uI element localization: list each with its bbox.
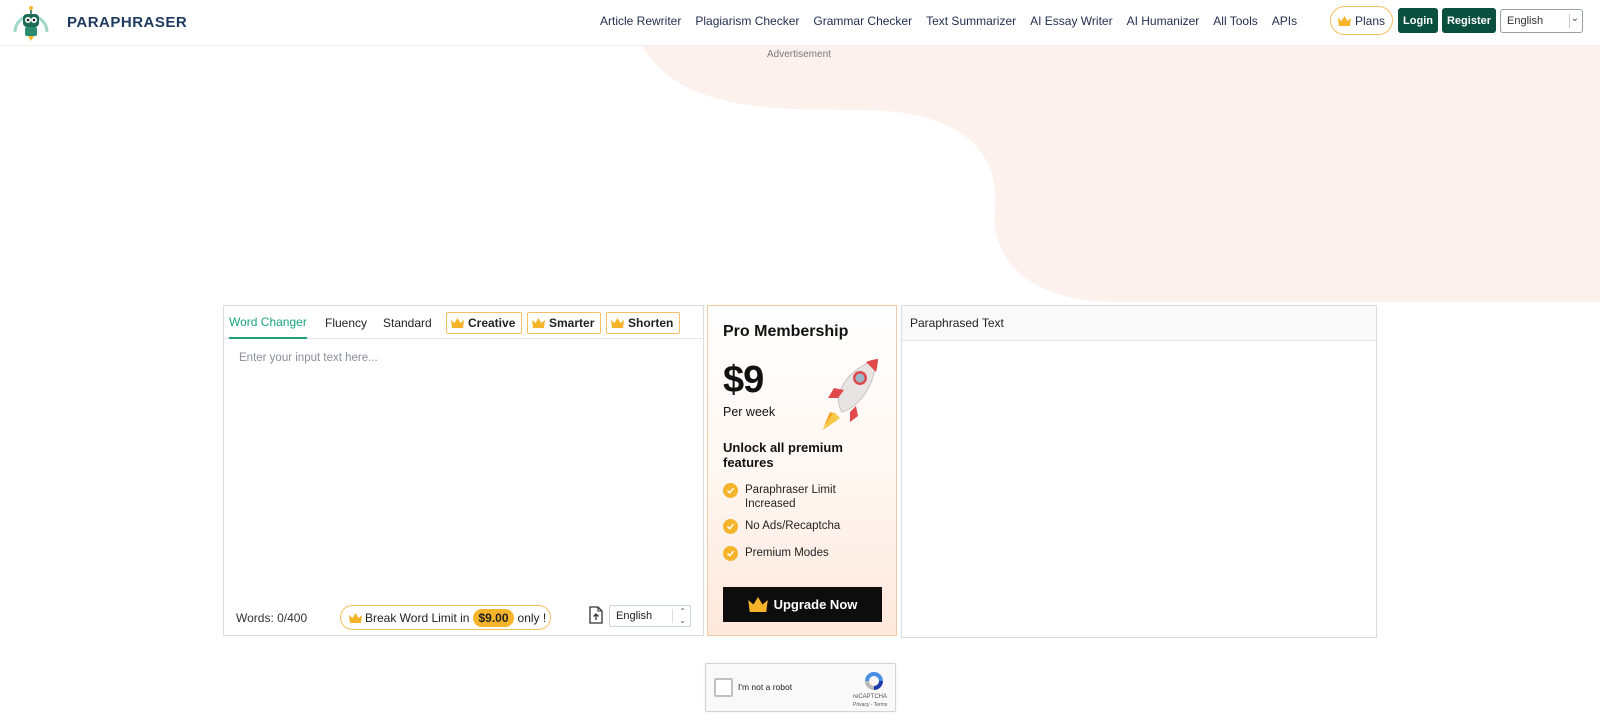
nav-text-summarizer[interactable]: Text Summarizer [926, 14, 1016, 28]
feature-item: Paraphraser Limit Increased [723, 483, 873, 511]
break-limit-suffix: only ! [517, 610, 547, 625]
nav-plagiarism-checker[interactable]: Plagiarism Checker [695, 14, 799, 28]
select-divider [672, 609, 673, 623]
break-limit-prefix: Break Word Limit in [365, 610, 470, 625]
recaptcha-logo-icon [865, 672, 883, 690]
tab-fluency[interactable]: Fluency [325, 306, 367, 339]
pro-title: Pro Membership [723, 323, 849, 340]
crown-icon [611, 318, 624, 328]
recaptcha-brand: reCAPTCHA [853, 694, 888, 700]
up-down-arrows-icon: ⌃ ⌄ [679, 607, 686, 625]
register-button[interactable]: Register [1442, 8, 1496, 33]
nav-all-tools[interactable]: All Tools [1213, 14, 1257, 28]
chevron-down-icon: ⌄ [1570, 13, 1579, 24]
nav-ai-essay-writer[interactable]: AI Essay Writer [1030, 14, 1112, 28]
input-panel: Word Changer Fluency Standard Creative S… [223, 305, 704, 636]
recaptcha-terms-link[interactable]: Privacy - Terms [853, 702, 887, 708]
advertisement-label: Advertisement [767, 49, 831, 60]
input-text-area[interactable] [224, 340, 703, 590]
check-icon [723, 483, 738, 498]
check-icon [723, 546, 738, 561]
crown-icon [532, 318, 545, 328]
crown-icon [349, 612, 362, 623]
file-upload-icon[interactable] [588, 606, 603, 624]
input-language-select[interactable]: English ⌃ ⌄ [609, 605, 691, 627]
top-header: PARAPHRASER Article Rewriter Plagiarism … [0, 0, 1600, 46]
pro-membership-card: Pro Membership $9 Per week Unlock all pr… [707, 305, 897, 636]
nav-grammar-checker[interactable]: Grammar Checker [813, 14, 912, 28]
tab-word-changer[interactable]: Word Changer [229, 306, 307, 339]
upgrade-now-button[interactable]: Upgrade Now [723, 587, 882, 622]
recaptcha-label: I'm not a robot [738, 682, 793, 692]
feature-label: Paraphraser Limit Increased [745, 484, 836, 510]
output-heading: Paraphrased Text [902, 306, 1376, 341]
recaptcha-widget: I'm not a robot reCAPTCHA Privacy - Term… [705, 663, 896, 712]
site-language-value: English [1507, 15, 1544, 27]
login-button[interactable]: Login [1398, 8, 1438, 33]
crown-icon [451, 318, 464, 328]
input-language-value: English [616, 610, 653, 622]
crown-icon [747, 597, 768, 612]
plans-button[interactable]: Plans [1330, 6, 1393, 35]
recaptcha-checkbox[interactable] [714, 678, 733, 697]
site-language-select[interactable]: English ⌄ [1500, 9, 1583, 33]
robot-logo-icon[interactable] [10, 4, 52, 42]
output-text-area[interactable] [902, 341, 1376, 637]
pro-unlock-heading: Unlock all premium features [723, 440, 843, 470]
output-panel: Paraphrased Text [901, 305, 1377, 638]
mode-tabs: Word Changer Fluency Standard Creative S… [224, 306, 703, 339]
tab-shorten[interactable]: Shorten [606, 312, 681, 334]
tab-shorten-label: Shorten [628, 316, 674, 330]
feature-item: No Ads/Recaptcha [723, 519, 840, 534]
nav-article-rewriter[interactable]: Article Rewriter [600, 14, 681, 28]
word-count: Words: 0/400 [236, 611, 308, 625]
tab-smarter-label: Smarter [549, 316, 595, 330]
tab-standard[interactable]: Standard [383, 306, 432, 339]
feature-label: No Ads/Recaptcha [745, 520, 841, 532]
feature-item: Premium Modes [723, 546, 829, 561]
tab-creative-label: Creative [468, 316, 516, 330]
pro-period: Per week [723, 405, 776, 419]
pro-price: $9 [723, 359, 764, 401]
break-word-limit-button[interactable]: Break Word Limit in $9.00 only ! [340, 605, 551, 630]
nav-ai-humanizer[interactable]: AI Humanizer [1127, 14, 1200, 28]
check-icon [723, 519, 738, 534]
crown-icon [1337, 15, 1351, 26]
tab-creative[interactable]: Creative [446, 312, 523, 334]
rocket-icon [822, 359, 878, 430]
nav-apis[interactable]: APIs [1272, 14, 1297, 28]
feature-label: Premium Modes [745, 547, 829, 559]
tab-smarter[interactable]: Smarter [527, 312, 602, 334]
main-nav: Article Rewriter Plagiarism Checker Gram… [600, 0, 1311, 42]
plans-label: Plans [1354, 13, 1386, 28]
brand-name[interactable]: PARAPHRASER [67, 14, 187, 31]
upgrade-label: Upgrade Now [773, 597, 858, 612]
break-limit-price: $9.00 [473, 608, 514, 627]
